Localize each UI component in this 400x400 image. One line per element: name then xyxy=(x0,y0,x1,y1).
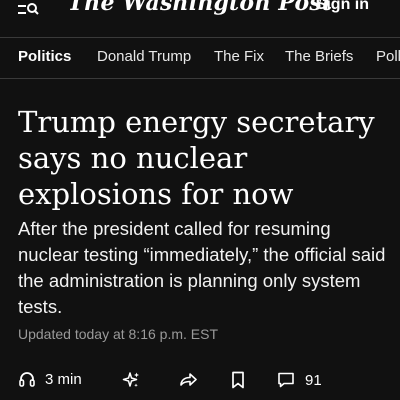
section-nav: Politics Donald Trump The Fix The Briefs… xyxy=(0,38,400,78)
share-icon xyxy=(178,370,198,390)
ai-summary-button[interactable] xyxy=(121,370,141,390)
nav-item-donald-trump[interactable]: Donald Trump xyxy=(97,48,191,65)
comment-icon xyxy=(276,370,296,390)
sign-in-link[interactable]: Sign in xyxy=(316,0,369,14)
article-headline: Trump energy secretary says no nuclear e… xyxy=(18,105,375,211)
headphones-icon xyxy=(18,370,36,388)
share-button[interactable] xyxy=(178,370,198,390)
nav-item-poll[interactable]: Poll xyxy=(376,48,400,65)
nav-item-the-briefs[interactable]: The Briefs xyxy=(285,48,353,65)
nav-item-the-fix[interactable]: The Fix xyxy=(214,48,264,65)
article-timestamp: Updated today at 8:16 p.m. EST xyxy=(18,326,219,342)
nav-item-politics[interactable]: Politics xyxy=(18,48,71,65)
listen-button[interactable]: 3 min xyxy=(18,370,82,388)
listen-duration: 3 min xyxy=(45,370,82,388)
article-action-bar: 3 min 91 xyxy=(0,362,400,400)
top-header: The Washington Post Sign in xyxy=(0,0,400,36)
article-dek: After the president called for resuming … xyxy=(18,218,386,317)
bookmark-icon xyxy=(229,370,247,390)
comments-count: 91 xyxy=(305,371,322,389)
comments-button[interactable]: 91 xyxy=(276,370,322,390)
article-page: The Washington Post Sign in Politics Don… xyxy=(0,0,400,400)
sparkle-icon xyxy=(121,370,141,390)
nav-divider xyxy=(0,78,400,79)
bookmark-button[interactable] xyxy=(229,370,247,390)
